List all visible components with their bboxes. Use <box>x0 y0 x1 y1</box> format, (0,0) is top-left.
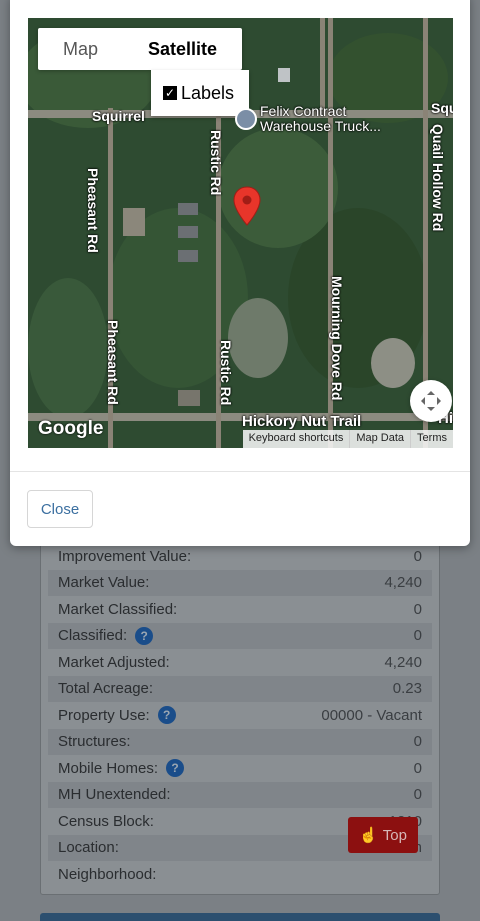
road-label-pheasant-bottom: Pheasant Rd <box>105 320 121 405</box>
property-row: Improvement Value: 0 <box>48 543 432 570</box>
property-label: Neighborhood: <box>58 866 156 883</box>
property-row: Market Adjusted: 4,240 <box>48 649 432 676</box>
help-icon[interactable]: ? <box>166 759 185 778</box>
map-type-map[interactable]: Map <box>38 28 123 70</box>
property-label-text: Property Use: <box>58 706 150 724</box>
property-label: Improvement Value: <box>58 548 191 565</box>
property-label: Census Block: <box>58 813 154 830</box>
property-label-text: Total Acreage: <box>58 680 154 698</box>
property-label: Structures: <box>58 733 131 750</box>
map-modal: Map Satellite ✓ Labels Squirrel Squ Phea… <box>10 0 470 546</box>
road-label-quail-hollow: Quail Hollow Rd <box>430 124 446 232</box>
property-label-text: Location: <box>58 839 119 857</box>
property-label: Classified:? <box>58 626 154 645</box>
property-value: 0.23 <box>392 680 422 698</box>
property-label: Property Use:? <box>58 706 176 725</box>
fullscreen-icon <box>421 391 441 411</box>
top-button-label: Top <box>382 826 407 844</box>
property-row: Market Classified: 0 <box>48 596 432 623</box>
hand-pointer-icon: ☝ <box>359 827 378 844</box>
road-label-rustic-bottom: Rustic Rd <box>218 340 234 406</box>
property-value: 0 <box>413 547 422 565</box>
property-value: 0 <box>413 759 422 777</box>
property-label-text: Market Adjusted: <box>58 653 170 671</box>
property-value: 4,240 <box>384 653 422 671</box>
back-to-top-button[interactable]: ☝ Top <box>348 817 418 853</box>
poi-label-line1: Felix Contract <box>260 103 347 119</box>
fullscreen-button[interactable] <box>410 380 452 422</box>
map-data-link[interactable]: Map Data <box>349 430 410 448</box>
property-label-text: Classified: <box>58 627 128 645</box>
property-label-text: Census Block: <box>58 812 154 830</box>
satellite-map[interactable]: Map Satellite ✓ Labels Squirrel Squ Phea… <box>28 18 453 448</box>
labels-toggle[interactable]: ✓ Labels <box>151 70 249 116</box>
property-label: Market Adjusted: <box>58 654 170 671</box>
help-icon[interactable]: ? <box>157 706 176 725</box>
property-row: MH Unextended: 0 <box>48 781 432 808</box>
property-value: 00000 - Vacant <box>321 706 422 724</box>
property-label: Total Acreage: <box>58 680 153 697</box>
property-label-text: Improvement Value: <box>58 547 192 565</box>
map-type-satellite[interactable]: Satellite <box>123 28 242 70</box>
road-label-pheasant-top: Pheasant Rd <box>85 168 101 253</box>
property-label-text: Market Classified: <box>58 600 178 618</box>
road-label-rustic-top: Rustic Rd <box>208 130 224 196</box>
property-label: Mobile Homes:? <box>58 759 185 778</box>
terms-link[interactable]: Terms <box>410 430 453 448</box>
property-value: 4,240 <box>384 574 422 592</box>
keyboard-shortcuts-link[interactable]: Keyboard shortcuts <box>243 430 350 448</box>
property-row: Classified:? 0 <box>48 622 432 649</box>
property-value: 0 <box>413 627 422 645</box>
map-type-control: Map Satellite <box>38 28 243 70</box>
property-row: Property Use:? 00000 - Vacant <box>48 702 432 729</box>
road-label-squirrel: Squirrel <box>92 108 145 124</box>
property-label: Location: <box>58 839 119 856</box>
poi-label[interactable]: Felix Contract Warehouse Truck... <box>260 104 381 134</box>
help-icon[interactable]: ? <box>135 626 154 645</box>
labels-toggle-label: Labels <box>181 82 235 103</box>
road-label-hickory-nut-trail: Hickory Nut Trail <box>242 413 362 430</box>
property-row: Neighborhood: <box>48 861 432 888</box>
road-label-squirrel-right: Squ <box>431 100 453 116</box>
road-label-mourning-dove: Mourning Dove Rd <box>329 276 345 401</box>
property-label-text: Market Value: <box>58 574 150 592</box>
google-logo: Google <box>38 418 104 439</box>
property-label: Market Classified: <box>58 601 177 618</box>
property-label-text: Structures: <box>58 733 131 751</box>
property-row: Mobile Homes:? 0 <box>48 755 432 782</box>
property-value: 0 <box>413 733 422 751</box>
property-label: Market Value: <box>58 574 149 591</box>
poi-label-line2: Warehouse Truck... <box>260 118 381 134</box>
location-pin-icon[interactable] <box>233 186 261 226</box>
property-label-text: Neighborhood: <box>58 865 157 883</box>
poi-marker-icon[interactable] <box>235 108 257 130</box>
property-row: Structures: 0 <box>48 728 432 755</box>
map-attribution: Keyboard shortcuts Map Data Terms <box>242 430 453 448</box>
property-label: MH Unextended: <box>58 786 171 803</box>
checkbox-checked-icon[interactable]: ✓ <box>163 86 177 100</box>
close-button[interactable]: Close <box>27 490 93 528</box>
property-label-text: MH Unextended: <box>58 786 171 804</box>
property-row: Total Acreage: 0.23 <box>48 675 432 702</box>
property-label-text: Mobile Homes: <box>58 759 159 777</box>
property-row: Market Value: 4,240 <box>48 569 432 596</box>
property-value: 0 <box>413 600 422 618</box>
property-value: 0 <box>413 786 422 804</box>
bottom-action-bar[interactable] <box>40 913 440 921</box>
modal-footer-divider <box>10 471 470 472</box>
